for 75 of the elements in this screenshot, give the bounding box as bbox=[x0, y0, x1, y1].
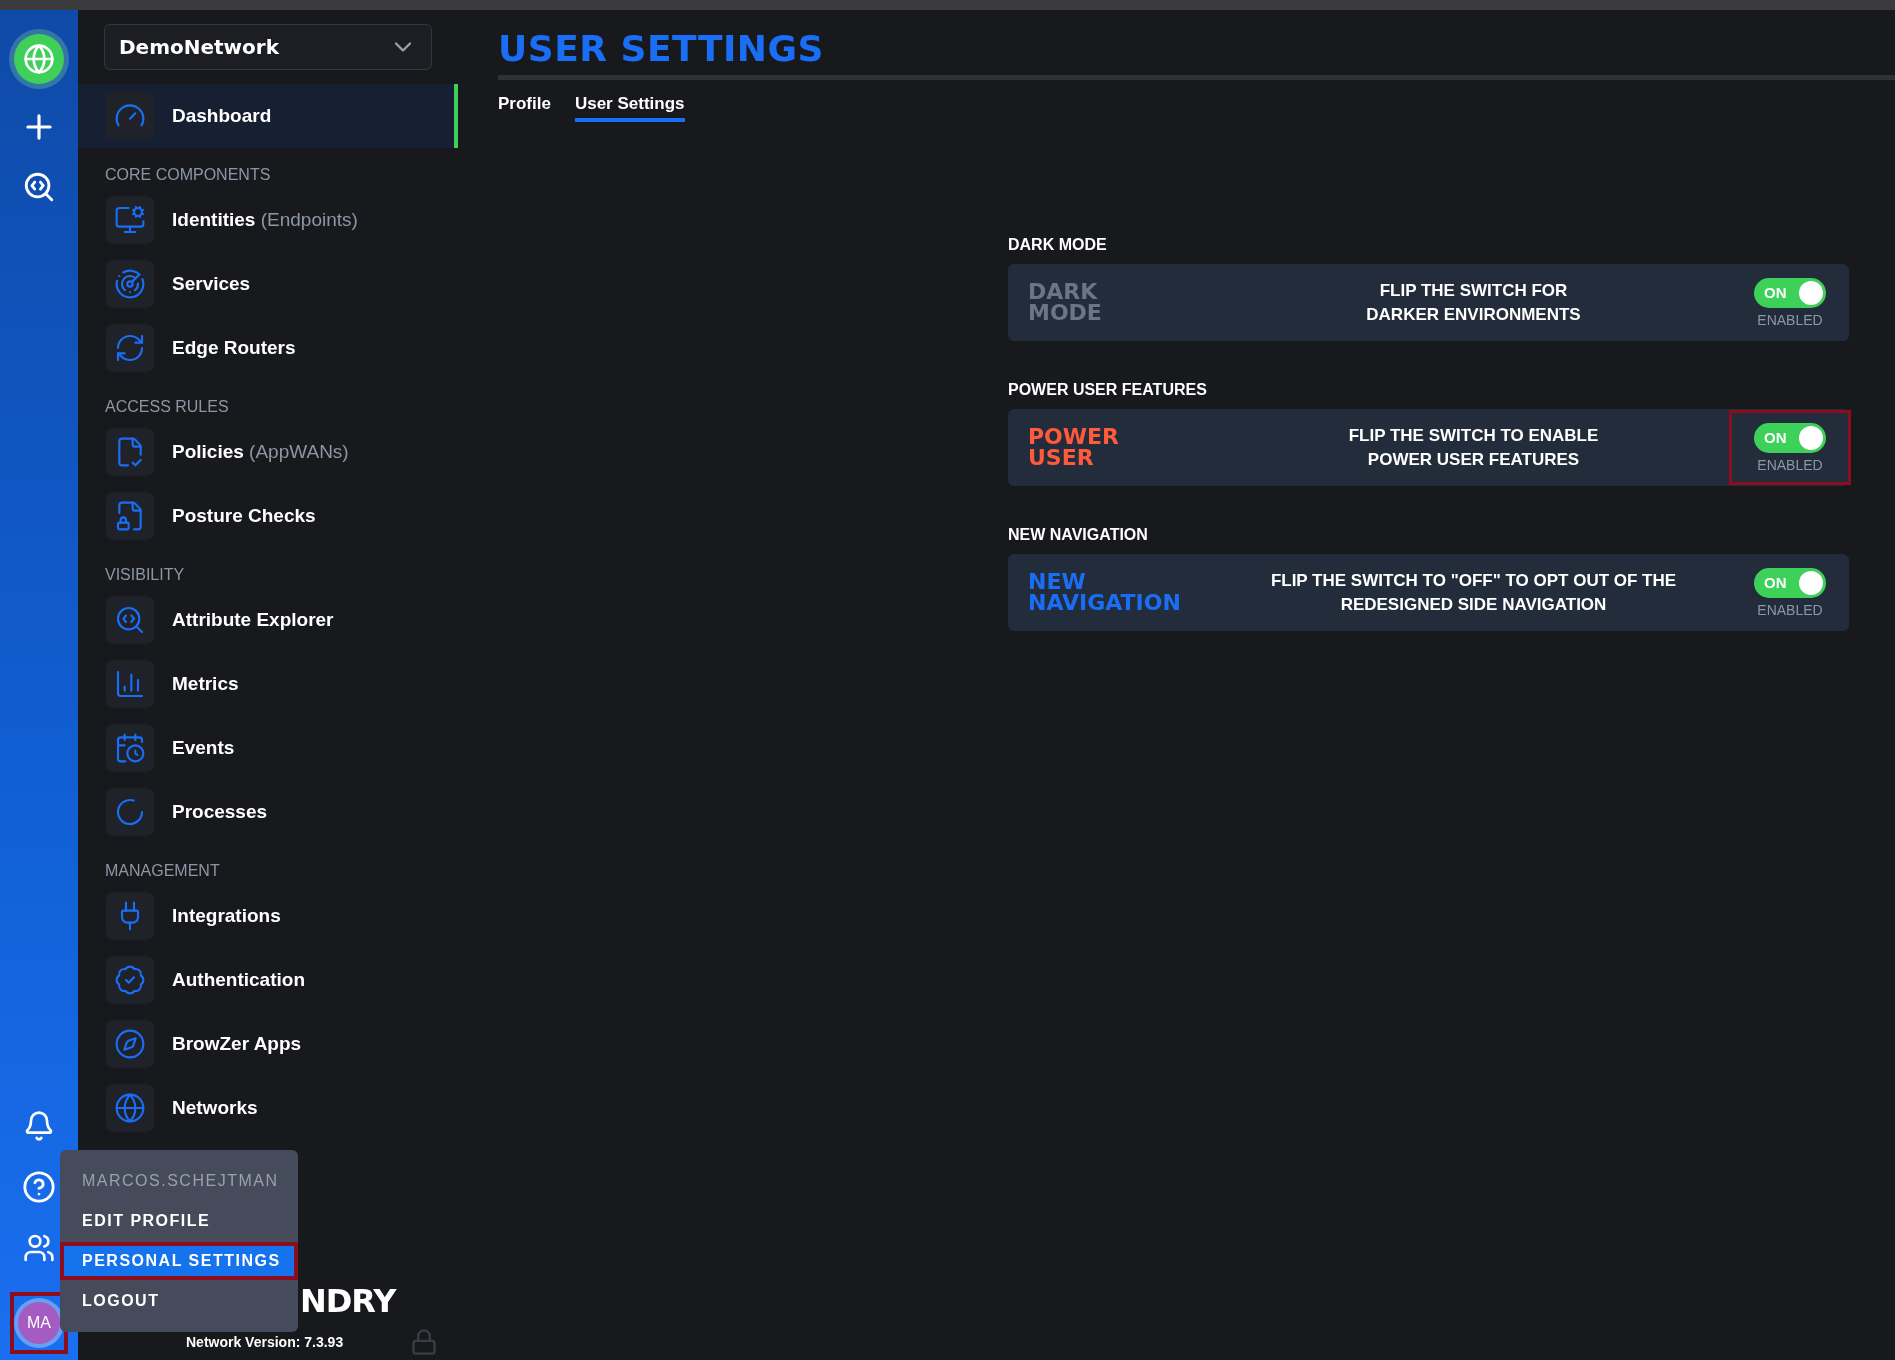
page-title: USER SETTINGS bbox=[498, 28, 825, 69]
circular-arrows-icon bbox=[106, 324, 154, 372]
toggle-status: ENABLED bbox=[1757, 311, 1823, 328]
section-label: POWER USER FEATURES bbox=[1008, 381, 1208, 399]
item-label: Events bbox=[172, 737, 235, 759]
sidebar-item[interactable]: Policies (AppWANs) bbox=[78, 420, 458, 484]
sidebar-item[interactable]: Metrics bbox=[78, 652, 458, 716]
tab[interactable]: Profile bbox=[498, 94, 551, 122]
section-heading: MANAGEMENT bbox=[104, 861, 221, 881]
compass-icon bbox=[106, 1020, 154, 1068]
search-icon bbox=[106, 596, 154, 644]
item-label: Metrics bbox=[172, 673, 239, 695]
section-heading: ACCESS RULES bbox=[104, 397, 230, 417]
section-heading: CORE COMPONENTS bbox=[104, 165, 272, 185]
calendar-clock-icon bbox=[106, 724, 154, 772]
item-label: Authentication bbox=[172, 969, 305, 991]
section-label: NEW NAVIGATION bbox=[1008, 526, 1149, 544]
sidebar-item[interactable]: Posture Checks bbox=[78, 484, 458, 548]
sidebar-item[interactable]: Integrations bbox=[78, 884, 458, 948]
card-description: FLIP THE SWITCH TO "OFF" TO OPT OUT OF THE REDESIGNED SIDE NAVIGATION bbox=[1269, 569, 1678, 616]
menu-username: MARCOS.SCHEJTMAN bbox=[81, 1171, 280, 1191]
item-label: Dashboard bbox=[172, 105, 272, 127]
monitor-icon bbox=[106, 196, 154, 244]
section-heading: VISIBILITY bbox=[104, 565, 186, 585]
sidebar-item[interactable]: Authentication bbox=[78, 948, 458, 1012]
card-title: NEW NAVIGATION bbox=[1028, 571, 1182, 614]
network-dropdown[interactable]: DemoNetwork bbox=[104, 24, 432, 70]
item-label: BrowZer Apps bbox=[172, 1033, 302, 1055]
toggle-status: ENABLED bbox=[1757, 456, 1823, 473]
sidebar-item[interactable]: Edge Routers bbox=[78, 316, 458, 380]
item-label: Attribute Explorer bbox=[172, 609, 334, 631]
globe-icon[interactable] bbox=[14, 34, 64, 84]
loader-icon bbox=[106, 788, 154, 836]
card-title: POWER USER bbox=[1028, 426, 1121, 469]
item-label: Identities (Endpoints) bbox=[172, 209, 358, 231]
menu-item[interactable]: LOGOUT bbox=[60, 1282, 298, 1320]
card-description: FLIP THE SWITCH FOR DARKER ENVIRONMENTS bbox=[1365, 279, 1582, 326]
badge-check-icon bbox=[106, 956, 154, 1004]
version-text: Network Version: 7.3.93 bbox=[186, 1334, 344, 1350]
search-icon[interactable] bbox=[22, 170, 56, 204]
plug-icon bbox=[106, 892, 154, 940]
card-title: DARK MODE bbox=[1028, 281, 1103, 324]
sidebar-item[interactable]: Identities (Endpoints) bbox=[78, 188, 458, 252]
bar-chart-icon bbox=[106, 660, 154, 708]
users-icon[interactable] bbox=[23, 1232, 55, 1264]
item-label: Processes bbox=[172, 801, 268, 823]
lock-icon bbox=[410, 1328, 438, 1356]
item-label: Edge Routers bbox=[172, 337, 296, 359]
item-label: Networks bbox=[172, 1097, 258, 1119]
item-label: Services bbox=[172, 273, 251, 295]
sidebar-item[interactable]: Events bbox=[78, 716, 458, 780]
item-label: Integrations bbox=[172, 905, 281, 927]
file-check-icon bbox=[106, 428, 154, 476]
file-lock-icon bbox=[106, 492, 154, 540]
sidebar-item[interactable]: BrowZer Apps bbox=[78, 1012, 458, 1076]
card-description: FLIP THE SWITCH TO ENABLE POWER USER FEATURES bbox=[1347, 424, 1600, 471]
item-label: Posture Checks bbox=[172, 505, 316, 527]
sidebar-item[interactable]: Networks bbox=[78, 1076, 458, 1140]
user-avatar[interactable]: MA bbox=[18, 1302, 60, 1344]
menu-item[interactable]: PERSONAL SETTINGS bbox=[60, 1242, 298, 1280]
radar-icon bbox=[106, 260, 154, 308]
help-icon[interactable] bbox=[22, 1170, 56, 1204]
sidebar-item[interactable]: Processes bbox=[78, 780, 458, 844]
gauge-icon bbox=[106, 92, 154, 140]
sidebar-item[interactable]: Attribute Explorer bbox=[78, 588, 458, 652]
section-label: DARK MODE bbox=[1008, 236, 1108, 254]
tab[interactable]: User Settings bbox=[574, 94, 685, 122]
menu-item[interactable]: EDIT PROFILE bbox=[60, 1202, 298, 1240]
toggle-status: ENABLED bbox=[1757, 601, 1823, 618]
sidebar-item[interactable]: Dashboard bbox=[78, 84, 458, 148]
item-label: Policies (AppWANs) bbox=[172, 441, 349, 463]
bell-icon[interactable] bbox=[23, 1110, 55, 1142]
globe-icon bbox=[106, 1084, 154, 1132]
sidebar-item[interactable]: Services bbox=[78, 252, 458, 316]
logo-text: NDRY bbox=[300, 1282, 396, 1320]
